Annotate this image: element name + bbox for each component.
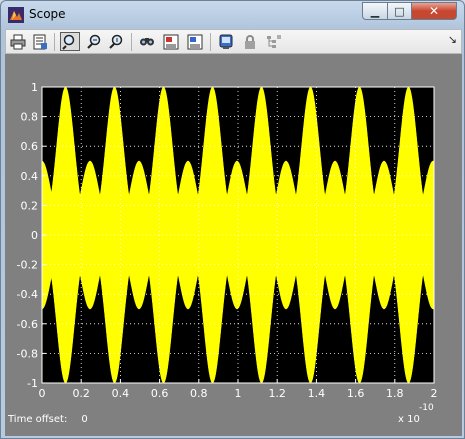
maximize-button[interactable]: □ [387, 2, 412, 20]
toolbar-separator [131, 33, 132, 51]
x-tick-label: 1.2 [268, 387, 286, 400]
close-icon: ✕ [428, 4, 440, 18]
y-tick-label: -1 [27, 377, 38, 390]
simulink-scope-icon [8, 7, 24, 23]
parameters-button[interactable] [30, 32, 50, 51]
scope-window: Scope ▁ □ ✕ ↘ 0 0.2 0.4 0.6 0.8 1 1.2 1.… [0, 0, 465, 439]
title-bar[interactable]: Scope ▁ □ ✕ [1, 1, 464, 29]
toolbar: ↘ [5, 29, 462, 54]
y-tick-label: -0.2 [17, 259, 38, 272]
scope-plot-panel: 0 0.2 0.4 0.6 0.8 1 1.2 1.4 1.6 1.8 2 1 0.8 0.6 0.4 0.2… [5, 54, 462, 436]
minimize-icon: ▁ [370, 4, 380, 18]
x-tick-label: 0.4 [112, 387, 130, 400]
autoscale-button[interactable] [137, 32, 157, 51]
y-tick-label: 0.2 [21, 199, 39, 212]
signal-selection-button[interactable] [264, 32, 284, 51]
parameters-icon [33, 34, 47, 49]
restore-axes-icon [187, 34, 203, 49]
lock-button[interactable] [240, 32, 260, 51]
time-offset-status: Time offset: 0 [8, 414, 88, 425]
dock-icon[interactable]: ↘ [448, 33, 457, 46]
x-tick-label: 1.8 [386, 387, 404, 400]
x-tick-label: 1.6 [347, 387, 365, 400]
zoom-y-icon [109, 34, 123, 49]
lock-icon [245, 34, 255, 49]
signal-selection-icon [267, 34, 281, 48]
y-tick-label: -0.4 [17, 288, 38, 301]
window-title: Scope [29, 7, 66, 21]
x-tick-label: 2 [431, 387, 438, 400]
y-tick-label: 0.6 [21, 140, 39, 153]
maximize-icon: □ [394, 4, 405, 18]
y-tick-label: -0.8 [17, 347, 38, 360]
time-offset-value: 0 [81, 414, 88, 425]
x-tick-label: 0 [39, 387, 46, 400]
print-icon [10, 34, 26, 49]
autoscale-icon [140, 37, 154, 45]
save-axes-button[interactable] [161, 32, 181, 51]
x-tick-label: 1.4 [308, 387, 326, 400]
y-tick-label: -0.6 [17, 318, 38, 331]
toolbar-separator [54, 33, 55, 51]
y-tick-label: 0 [31, 229, 38, 242]
x-axis-multiplier-base: x 10 [398, 414, 420, 425]
toolbar-separator [210, 33, 211, 51]
minimize-button[interactable]: ▁ [362, 2, 388, 20]
x-tick-label: 1 [235, 387, 242, 400]
zoom-x-icon [87, 34, 101, 49]
zoom-y-button[interactable] [106, 32, 126, 51]
x-axis-multiplier-exponent: -10 [419, 403, 434, 413]
scope-plot[interactable]: 0 0.2 0.4 0.6 0.8 1 1.2 1.4 1.6 1.8 2 1 0.8 0.6 0.4 0.2… [5, 54, 462, 436]
y-tick-label: 1 [31, 81, 38, 94]
x-tick-label: 0.8 [190, 387, 208, 400]
x-tick-label: 0.2 [72, 387, 90, 400]
zoom-icon [62, 34, 75, 50]
zoom-button[interactable] [60, 32, 80, 51]
save-axes-icon [163, 34, 179, 49]
y-tick-label: 0.4 [21, 170, 39, 183]
x-tick-label: 0.6 [151, 387, 169, 400]
print-button[interactable] [8, 32, 28, 51]
y-tick-label: 0.8 [21, 111, 39, 124]
floating-scope-button[interactable] [216, 32, 236, 51]
floating-scope-icon [219, 34, 233, 49]
close-button[interactable]: ✕ [411, 2, 457, 20]
zoom-x-button[interactable] [84, 32, 104, 51]
time-offset-label: Time offset: [8, 414, 68, 425]
restore-axes-button[interactable] [185, 32, 205, 51]
